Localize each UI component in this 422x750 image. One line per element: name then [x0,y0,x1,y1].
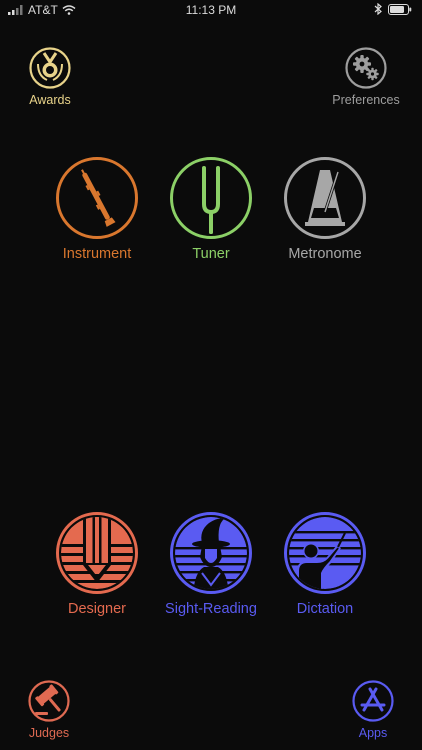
status-time: 11:13 PM [185,3,237,17]
designer-label: Designer [67,601,127,617]
judges-button[interactable]: Judges [18,680,80,740]
tuner-button[interactable]: Tuner [151,156,271,262]
preferences-label: Preferences [332,93,400,107]
tuning-fork-icon [170,157,252,239]
metronome-icon [284,157,366,239]
designer-button[interactable]: Designer [37,511,157,617]
bluetooth-icon [374,3,382,15]
instrument-label: Instrument [62,246,132,262]
awards-button[interactable]: Awards [22,47,78,107]
status-bar: AT&T 11:13 PM [0,0,422,22]
awards-label: Awards [29,93,71,107]
sight-reading-button[interactable]: Sight-Reading [151,511,271,617]
apps-button[interactable]: Apps [342,680,404,740]
medal-icon [29,47,71,89]
instrument-button[interactable]: Instrument [37,156,157,262]
judges-label: Judges [28,726,70,740]
app-store-icon [352,680,394,722]
oboe-icon [56,157,138,239]
gears-icon [345,47,387,89]
battery-icon [388,3,412,15]
metronome-label: Metronome [288,246,362,262]
sight-reading-label: Sight-Reading [165,601,257,617]
wizard-icon [170,512,252,594]
tuner-label: Tuner [192,246,230,262]
metronome-button[interactable]: Metronome [265,156,385,262]
dictation-label: Dictation [296,601,354,617]
dictation-button[interactable]: Dictation [265,511,385,617]
conductor-icon [284,512,366,594]
gavel-icon [28,680,70,722]
preferences-button[interactable]: Preferences [316,47,416,107]
apps-label: Apps [358,726,388,740]
pencil-staff-icon [56,512,138,594]
